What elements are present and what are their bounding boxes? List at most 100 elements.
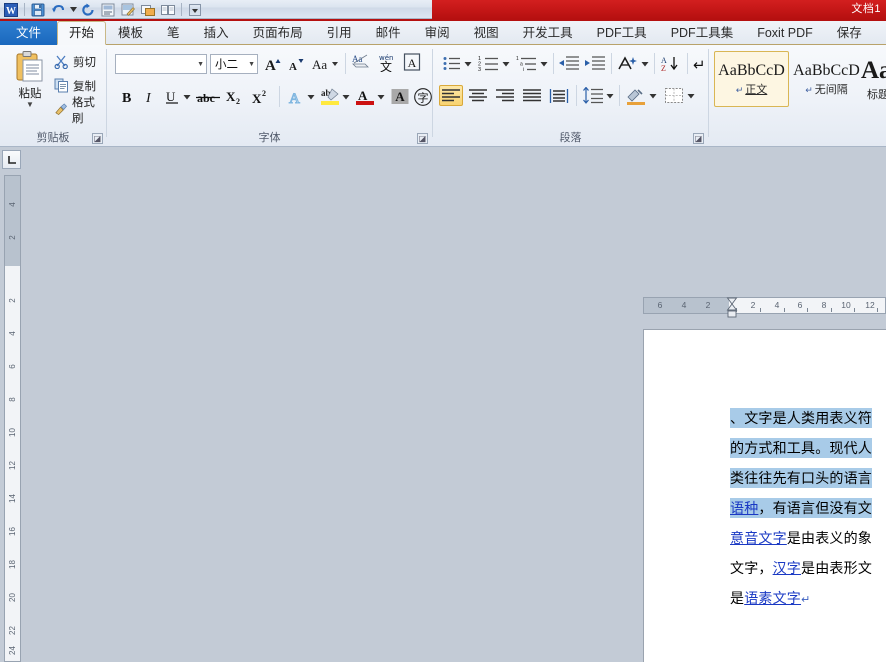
tab-review[interactable]: 审阅: [413, 21, 462, 45]
tab-foxit-pdf[interactable]: Foxit PDF: [745, 21, 825, 45]
underline-dropdown-icon[interactable]: [182, 86, 192, 107]
change-case-button[interactable]: Aa: [310, 53, 340, 74]
save-icon[interactable]: [29, 1, 47, 19]
paste-button[interactable]: 粘贴 ▼: [7, 50, 53, 120]
font-size-dropdown-icon[interactable]: ▼: [248, 61, 255, 68]
text-effects-dropdown-icon[interactable]: [306, 86, 316, 107]
tab-save[interactable]: 保存: [825, 21, 874, 45]
vruler-tick-2: 2: [8, 235, 17, 240]
word-application-window: W 文档1 文件 开始 模板 笔 插入 页面布局 引用 邮件 审阅 视图 开发工…: [0, 0, 886, 662]
shrink-font-button[interactable]: A: [285, 53, 307, 74]
vertical-ruler[interactable]: 4 2 2 4 6 8 10 12 14 16 18 20 22 24: [4, 175, 21, 662]
text-highlight-dropdown-icon[interactable]: [341, 86, 351, 107]
tab-stop-selector[interactable]: [2, 150, 21, 169]
phonetic-guide-button[interactable]: wén 文: [375, 51, 399, 72]
undo-dropdown-icon[interactable]: [69, 1, 77, 19]
borders-dropdown-icon[interactable]: [686, 85, 696, 106]
decrease-indent-button[interactable]: [557, 53, 581, 74]
align-right-button[interactable]: [493, 85, 517, 106]
tab-pdf-tools[interactable]: PDF工具: [585, 21, 659, 45]
compare-icon[interactable]: [159, 1, 177, 19]
style-card-heading[interactable]: Aa 标题: [861, 51, 886, 107]
superscript-button[interactable]: X 2: [250, 86, 274, 107]
tab-template[interactable]: 模板: [106, 21, 155, 45]
document-line-4-rest: ，有语言但没有文: [758, 501, 873, 517]
tab-page-layout[interactable]: 页面布局: [241, 21, 315, 45]
indent-markers[interactable]: [726, 297, 738, 323]
paragraph-dialog-launcher[interactable]: ◪: [693, 133, 704, 144]
format-painter-button[interactable]: 格式刷: [52, 97, 106, 125]
clear-formatting-button[interactable]: Aa: [350, 51, 374, 72]
tab-file[interactable]: 文件: [0, 21, 58, 45]
align-center-button[interactable]: [466, 85, 490, 106]
multilevel-list-dropdown-icon[interactable]: [539, 53, 549, 74]
shading-dropdown-icon[interactable]: [648, 85, 658, 106]
increase-indent-button[interactable]: [583, 53, 607, 74]
tab-insert[interactable]: 插入: [192, 21, 241, 45]
bullets-dropdown-icon[interactable]: [463, 53, 473, 74]
tab-pen[interactable]: 笔: [155, 21, 192, 45]
font-color-button[interactable]: A: [353, 86, 377, 107]
align-left-button[interactable]: [439, 85, 463, 106]
tab-references[interactable]: 引用: [315, 21, 364, 45]
tab-home[interactable]: 开始: [57, 21, 107, 45]
text-effects-button[interactable]: A: [285, 86, 307, 107]
underline-button[interactable]: U: [162, 86, 182, 107]
line-spacing-dropdown-icon[interactable]: [605, 85, 615, 106]
justify-button[interactable]: [520, 85, 544, 106]
font-dialog-launcher[interactable]: ◪: [417, 133, 428, 144]
document-link-yuzhong[interactable]: 语种: [730, 501, 758, 517]
undo-icon[interactable]: [49, 1, 67, 19]
document-link-yusuwenzi[interactable]: 语素文字: [744, 591, 801, 607]
font-name-dropdown-icon[interactable]: ▼: [197, 61, 204, 68]
tab-view[interactable]: 视图: [462, 21, 511, 45]
show-formatting-marks-button[interactable]: ↵: [689, 53, 709, 74]
customize-qat-icon[interactable]: [186, 1, 204, 19]
font-size-combo[interactable]: 小二 ▼: [210, 54, 258, 74]
edit-icon[interactable]: [119, 1, 137, 19]
style-card-normal[interactable]: AaBbCcD ↵ 正文: [714, 51, 789, 107]
text-highlight-button[interactable]: ab: [318, 86, 342, 107]
enclose-characters-button[interactable]: 字: [412, 86, 434, 107]
document-link-yiyinwenzi[interactable]: 意音文字: [730, 531, 787, 547]
style-card-no-spacing[interactable]: AaBbCcD ↵ 无间隔: [789, 51, 864, 107]
quick-print-icon[interactable]: [99, 1, 117, 19]
document-line-2: 的方式和工具。现代人: [730, 438, 872, 458]
bold-button[interactable]: B: [118, 86, 138, 107]
character-shading-button[interactable]: A: [388, 86, 412, 107]
redo-icon[interactable]: [79, 1, 97, 19]
numbering-dropdown-icon[interactable]: [501, 53, 511, 74]
new-window-icon[interactable]: [139, 1, 157, 19]
clipboard-dialog-launcher[interactable]: ◪: [92, 133, 103, 144]
font-name-combo[interactable]: ▼: [115, 54, 207, 74]
copy-icon: [54, 78, 68, 93]
font-color-dropdown-icon[interactable]: [376, 86, 386, 107]
copy-label: 复制: [73, 80, 96, 93]
document-page[interactable]: 、文字是人类用表义符 的方式和工具。现代人 类往往先有口头的语言 语种，有语言但…: [643, 329, 886, 662]
distribute-button[interactable]: [547, 85, 571, 106]
bullets-button[interactable]: [441, 53, 463, 74]
line-spacing-button[interactable]: [581, 85, 605, 106]
multilevel-list-button[interactable]: 1 a i: [515, 53, 539, 74]
sort-button[interactable]: A Z: [659, 53, 683, 74]
italic-button[interactable]: I: [140, 86, 160, 107]
subscript-button[interactable]: X 2: [224, 86, 248, 107]
tab-mailings[interactable]: 邮件: [364, 21, 413, 45]
chinese-layout-button[interactable]: [616, 53, 640, 74]
paste-dropdown-icon[interactable]: ▼: [26, 101, 34, 109]
strikethrough-button[interactable]: abc: [194, 86, 222, 107]
grow-font-button[interactable]: A: [262, 53, 284, 74]
borders-button[interactable]: [662, 85, 686, 106]
vruler-tick-18: 18: [8, 560, 17, 569]
cut-button[interactable]: 剪切: [52, 51, 98, 72]
tab-pdf-toolset[interactable]: PDF工具集: [659, 21, 746, 45]
vruler-tick-20: 20: [8, 593, 17, 602]
character-border-button[interactable]: A: [400, 51, 424, 72]
word-logo-icon[interactable]: W: [2, 1, 20, 19]
chinese-layout-dropdown-icon[interactable]: [640, 53, 650, 74]
numbering-button[interactable]: 1 2 3: [477, 53, 501, 74]
horizontal-ruler[interactable]: 6 4 2 2 4 6 8 10 12: [643, 297, 886, 318]
shading-button[interactable]: [624, 85, 648, 106]
document-link-hanzi[interactable]: 汉字: [773, 561, 801, 577]
tab-developer[interactable]: 开发工具: [511, 21, 585, 45]
